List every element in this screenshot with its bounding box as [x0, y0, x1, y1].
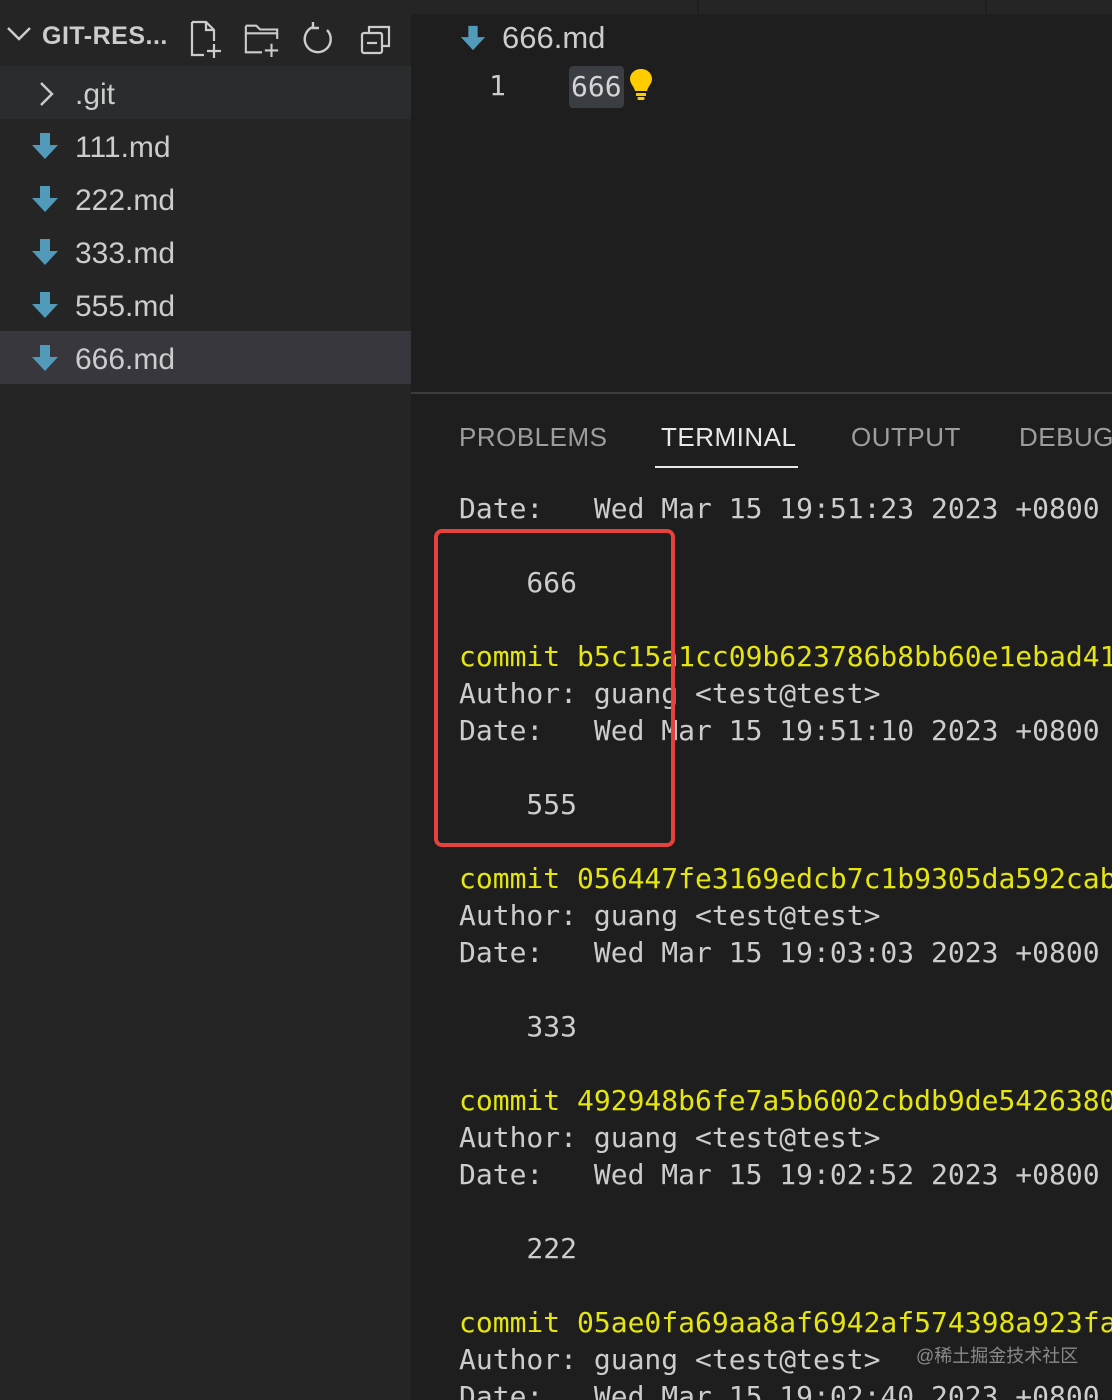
tree-item-file-selected[interactable]: 666.md: [0, 331, 411, 384]
markdown-file-icon: [30, 344, 60, 372]
tab-debug[interactable]: DEBUG: [1019, 422, 1112, 453]
terminal-line: [459, 1045, 1112, 1082]
terminal-line: 222: [459, 1230, 1112, 1267]
code-line[interactable]: 666: [569, 66, 624, 108]
markdown-file-icon: [30, 291, 60, 319]
markdown-file-icon: [30, 238, 60, 266]
active-tab-indicator: [655, 466, 798, 468]
tree-item-git-folder[interactable]: .git: [0, 66, 411, 119]
terminal-commit-line: commit 05ae0fa69aa8af6942af574398a923fa: [459, 1304, 1112, 1341]
editor-area: 666.md 1 666: [411, 0, 1112, 392]
watermark: @稀土掘金技术社区: [916, 1342, 1078, 1368]
terminal-line: Date: Wed Mar 15 19:51:23 2023 +0800: [459, 490, 1112, 527]
tree-item-file[interactable]: 555.md: [0, 278, 411, 331]
refresh-icon[interactable]: [300, 18, 338, 60]
tree-item-label: 666.md: [75, 343, 175, 377]
tab-divider: [697, 0, 699, 14]
tree-item-file[interactable]: 222.md: [0, 172, 411, 225]
breadcrumb[interactable]: 666.md: [502, 20, 605, 56]
terminal-line: Author: guang <test@test>: [459, 1119, 1112, 1156]
annotation-highlight-box: [434, 529, 675, 847]
tab-problems[interactable]: PROBLEMS: [459, 422, 608, 453]
terminal-commit-line: commit 056447fe3169edcb7c1b9305da592cab: [459, 860, 1112, 897]
chevron-right-icon: [36, 80, 66, 108]
explorer-actions: [186, 18, 395, 60]
tab-divider: [985, 0, 987, 14]
terminal-line: [459, 971, 1112, 1008]
tab-output[interactable]: OUTPUT: [851, 422, 961, 453]
tree-item-file[interactable]: 111.md: [0, 119, 411, 172]
terminal-line: Date: Wed Mar 15 19:02:40 2023 +0800: [459, 1378, 1112, 1400]
explorer-title: GIT-RES...: [42, 22, 168, 51]
tab-strip: [411, 0, 1112, 14]
lightbulb-icon[interactable]: [629, 67, 653, 106]
tree-item-file[interactable]: 333.md: [0, 225, 411, 278]
tree-item-label: .git: [75, 78, 115, 112]
terminal-line: [459, 1193, 1112, 1230]
markdown-file-icon: [30, 185, 60, 213]
terminal-line: Date: Wed Mar 15 19:02:52 2023 +0800: [459, 1156, 1112, 1193]
terminal-commit-line: commit 492948b6fe7a5b6002cbdb9de5426380: [459, 1082, 1112, 1119]
explorer-header[interactable]: GIT-RES...: [0, 0, 411, 66]
file-tree: .git 111.md 222.md 333.md 555.md: [0, 66, 411, 384]
terminal-line: [459, 1267, 1112, 1304]
collapse-all-icon[interactable]: [357, 18, 395, 60]
new-folder-icon[interactable]: [243, 18, 281, 60]
tree-item-label: 222.md: [75, 184, 175, 218]
tab-terminal[interactable]: TERMINAL: [661, 422, 796, 453]
tree-item-label: 333.md: [75, 237, 175, 271]
explorer-sidebar: GIT-RES... .git 11: [0, 0, 411, 1400]
tree-item-label: 555.md: [75, 290, 175, 324]
chevron-down-icon[interactable]: [6, 26, 32, 47]
markdown-file-icon: [459, 24, 487, 57]
new-file-icon[interactable]: [186, 18, 224, 60]
line-number: 1: [489, 69, 506, 102]
terminal-line: Author: guang <test@test>: [459, 897, 1112, 934]
tree-item-label: 111.md: [75, 131, 171, 165]
markdown-file-icon: [30, 132, 60, 160]
terminal-line: Date: Wed Mar 15 19:03:03 2023 +0800: [459, 934, 1112, 971]
terminal-line: 333: [459, 1008, 1112, 1045]
